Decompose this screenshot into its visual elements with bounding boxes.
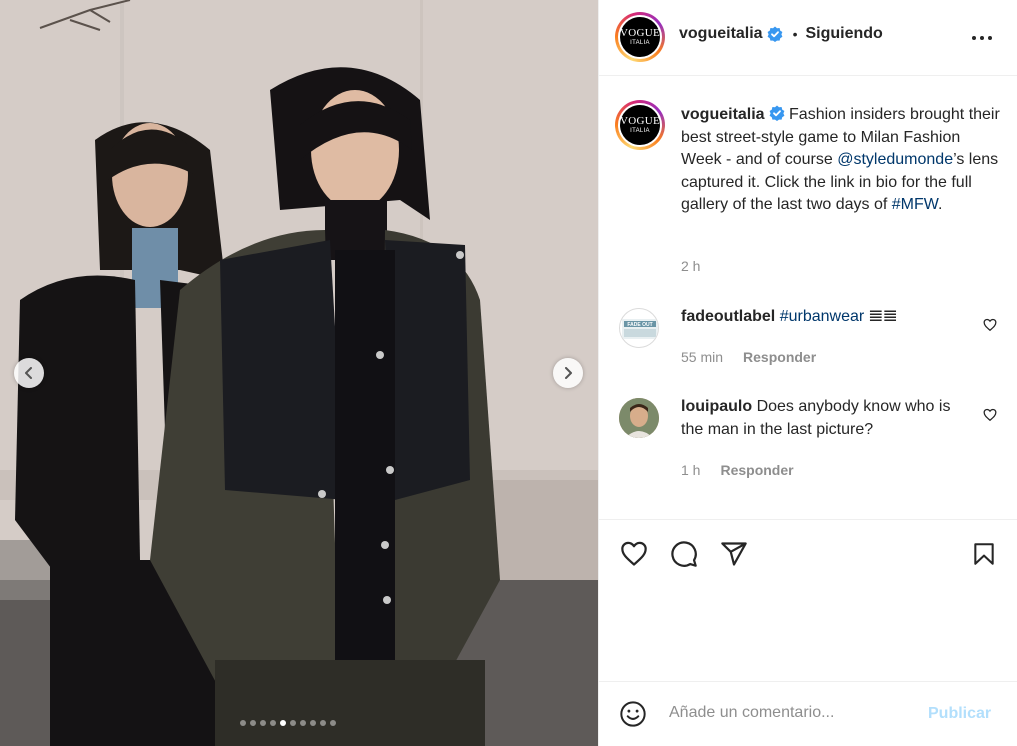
carousel-dot (250, 720, 256, 726)
carousel-dot (320, 720, 326, 726)
carousel-dot (240, 720, 246, 726)
heart-icon (983, 318, 997, 332)
share-button[interactable] (720, 540, 748, 573)
carousel-prev-button[interactable] (14, 358, 44, 388)
author-info: vogueitalia • Siguiendo (679, 25, 883, 43)
comment-meta: 1 h Responder (681, 462, 794, 478)
bookmark-icon (974, 543, 994, 565)
chevron-left-icon (25, 367, 32, 379)
fadeout-logo: FADE OUT (622, 319, 658, 339)
emoji-button[interactable] (619, 700, 647, 733)
following-button[interactable]: Siguiendo (805, 25, 882, 43)
verified-badge-icon (769, 105, 784, 121)
comment-avatar[interactable] (619, 398, 659, 438)
comment-avatar[interactable]: FADE OUT (619, 308, 659, 348)
post-header: VOGUE ITALIA vogueitalia • Siguiendo (599, 0, 1017, 76)
author-avatar[interactable]: VOGUE ITALIA (615, 12, 665, 62)
avatar-logo-subtext: ITALIA (630, 128, 650, 134)
carousel-dot (310, 720, 316, 726)
post-photo (0, 0, 598, 746)
heart-icon (621, 541, 647, 566)
like-button[interactable] (619, 540, 649, 573)
heart-icon (983, 408, 997, 422)
comment-username[interactable]: fadeoutlabel (681, 308, 775, 325)
avatar-logo-text: VOGUE (620, 27, 660, 39)
caption-hashtag-link[interactable]: #MFW (892, 196, 938, 213)
comment-icon (671, 541, 697, 567)
carousel-next-button[interactable] (553, 358, 583, 388)
carousel-dot (330, 720, 336, 726)
caption-end: . (938, 196, 943, 213)
comment-meta: 55 min Responder (681, 349, 816, 365)
emoji-icon (620, 701, 646, 727)
comment-time[interactable]: 1 h (681, 462, 700, 478)
carousel-dot (290, 720, 296, 726)
comment-text: fadeoutlabel #urbanwear 𝌆𝌆 (681, 306, 971, 329)
separator-dot: • (792, 26, 798, 42)
comment-time[interactable]: 55 min (681, 349, 723, 365)
caption-author-avatar[interactable]: VOGUE ITALIA (615, 100, 665, 150)
comment-hashtag-link[interactable]: #urbanwear (780, 308, 865, 325)
comment-button[interactable] (670, 540, 698, 573)
caption-text: vogueitalia Fashion insiders brought the… (681, 104, 1005, 217)
comment-like-button[interactable] (983, 408, 997, 427)
comment-username[interactable]: louipaulo (681, 398, 752, 415)
action-bar (599, 519, 1017, 681)
comment-emoji: 𝌆𝌆 (868, 308, 898, 325)
reply-button[interactable]: Responder (743, 349, 816, 365)
comment-like-button[interactable] (983, 318, 997, 337)
carousel-dot (270, 720, 276, 726)
avatar-logo-text: VOGUE (620, 115, 660, 127)
post-side-panel: VOGUE ITALIA vogueitalia • Siguiendo VOG… (598, 0, 1017, 746)
save-button[interactable] (971, 540, 997, 573)
post-dialog: VOGUE ITALIA vogueitalia • Siguiendo VOG… (0, 0, 1017, 746)
post-media[interactable] (0, 0, 598, 746)
carousel-dot (300, 720, 306, 726)
verified-badge-icon (767, 26, 782, 42)
chevron-right-icon (565, 367, 572, 379)
author-username[interactable]: vogueitalia (679, 25, 763, 43)
more-options-button[interactable] (971, 24, 993, 44)
reply-button[interactable]: Responder (720, 462, 793, 478)
user-photo (619, 398, 659, 438)
share-icon (721, 542, 747, 566)
carousel-dot (280, 720, 286, 726)
more-options-icon (972, 36, 992, 40)
caption-mention-link[interactable]: @styledumonde (837, 151, 953, 168)
comment-input[interactable] (669, 704, 909, 722)
caption-username[interactable]: vogueitalia (681, 106, 765, 123)
carousel-indicator (240, 720, 336, 726)
post-timestamp[interactable]: 2 h (681, 258, 700, 274)
carousel-dot (260, 720, 266, 726)
svg-text:FADE OUT: FADE OUT (627, 322, 652, 328)
comment-text: louipaulo Does anybody know who is the m… (681, 396, 971, 441)
add-comment-bar: Publicar (599, 681, 1017, 746)
publish-button[interactable]: Publicar (928, 705, 991, 723)
avatar-logo-subtext: ITALIA (630, 40, 650, 46)
